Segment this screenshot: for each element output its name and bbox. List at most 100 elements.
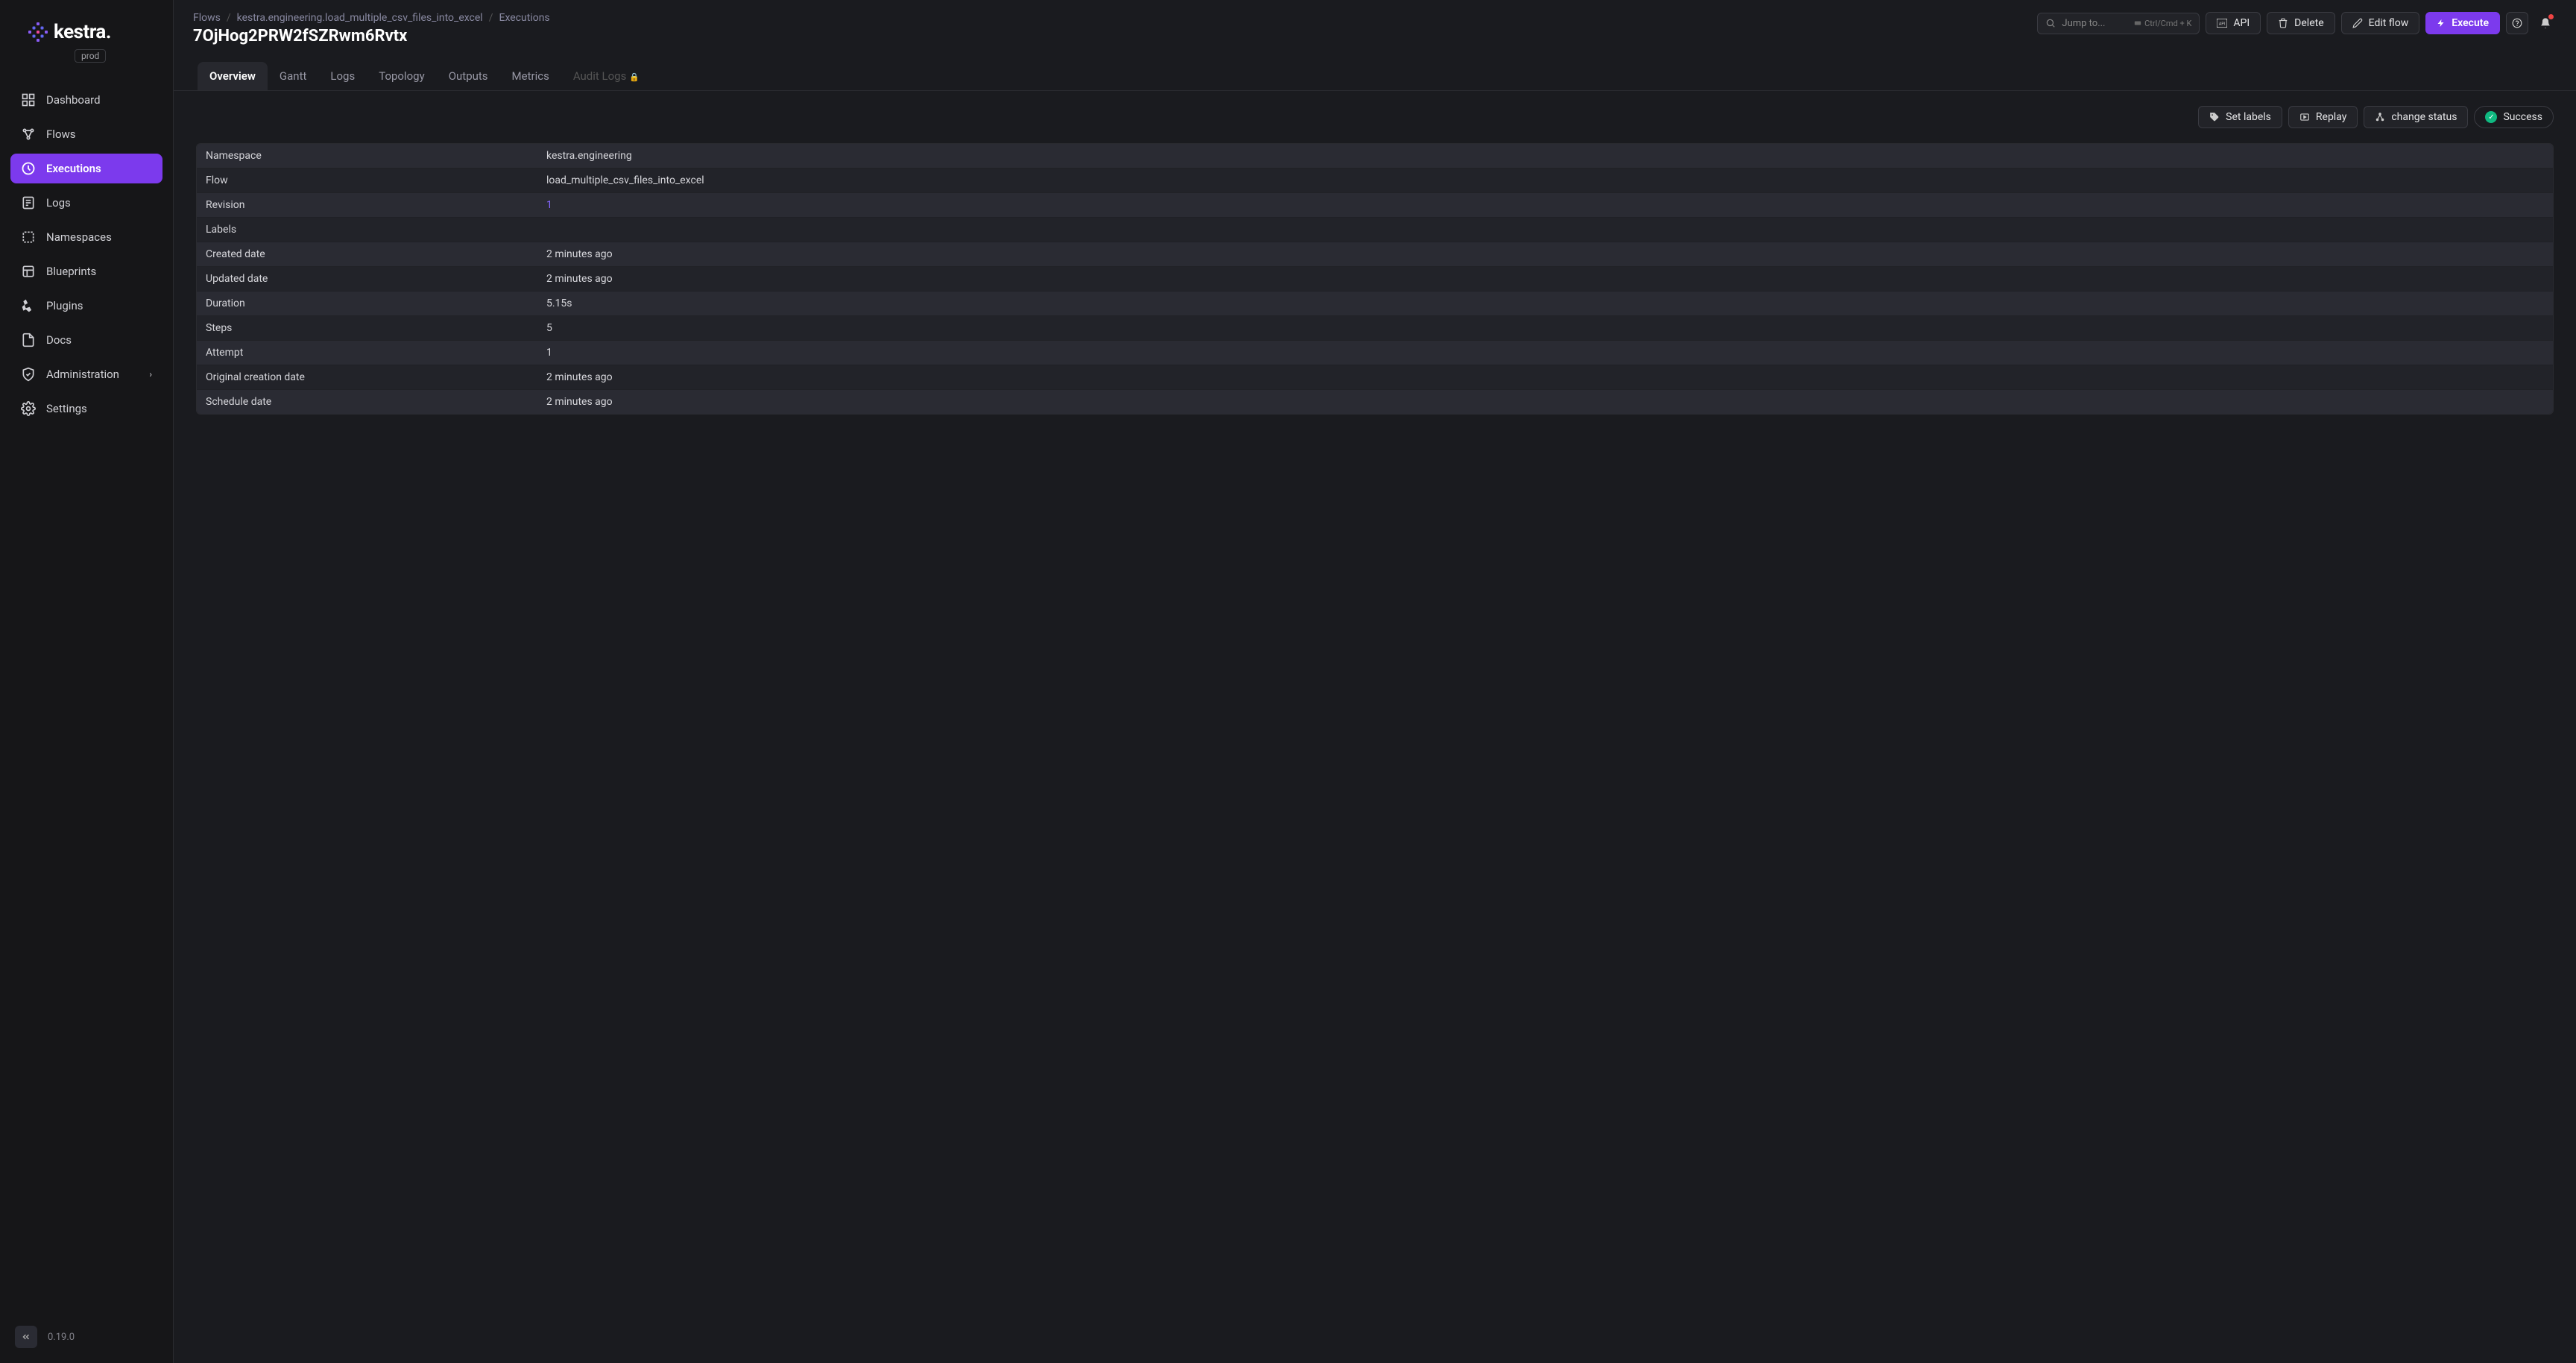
nav-label: Docs [46,333,72,347]
execute-button[interactable]: Execute [2425,12,2500,34]
detail-value: 2 minutes ago [537,267,2553,291]
sidebar-footer: 0.19.0 [0,1311,173,1363]
sidebar: kestra. prod Dashboard Flows Executions Log… [0,0,174,1363]
sidebar-item-executions[interactable]: Executions [10,154,162,183]
tab-topology[interactable]: Topology [367,62,436,90]
tag-icon [2209,112,2220,122]
search-kbd: Ctrl/Cmd + K [2134,19,2191,28]
detail-value: 2 minutes ago [537,365,2553,389]
edit-flow-button[interactable]: Edit flow [2341,12,2420,34]
pencil-icon [2352,18,2363,28]
detail-value[interactable]: 1 [537,193,2553,217]
notification-dot [2548,14,2554,19]
detail-row: Revision1 [197,193,2553,218]
logo[interactable]: kestra. [28,21,151,43]
detail-row: Labels [197,218,2553,242]
header-actions: Jump to... Ctrl/Cmd + K API API [2037,12,2557,34]
search-placeholder: Jump to... [2062,18,2105,29]
dashboard-icon [21,92,36,107]
main: Flows / kestra.engineering.load_multiple… [174,0,2576,1363]
api-button[interactable]: API API [2206,12,2261,34]
sidebar-item-plugins[interactable]: Plugins [10,291,162,321]
version-label: 0.19.0 [48,1332,75,1343]
detail-key: Created date [197,242,537,266]
detail-value: 1 [537,341,2553,365]
admin-icon [21,367,36,382]
tab-overview[interactable]: Overview [198,62,268,90]
detail-row: Flowload_multiple_csv_files_into_excel [197,169,2553,193]
nav-label: Settings [46,402,87,415]
details-table: Namespacekestra.engineeringFlowload_mult… [196,143,2554,415]
notifications-button[interactable] [2534,12,2557,34]
detail-key: Namespace [197,144,537,168]
change-status-button[interactable]: change status [2364,106,2468,128]
nav-label: Executions [46,162,101,175]
detail-row: Steps5 [197,316,2553,341]
nav-label: Administration [46,368,119,381]
env-badge: prod [75,49,106,63]
collapse-sidebar-button[interactable] [15,1326,37,1348]
logo-text: kestra. [54,21,111,43]
nav-label: Flows [46,128,76,141]
executions-icon [21,161,36,176]
breadcrumb: Flows / kestra.engineering.load_multiple… [193,12,550,24]
detail-row: Schedule date2 minutes ago [197,390,2553,414]
detail-value: 5.15s [537,292,2553,315]
sidebar-item-blueprints[interactable]: Blueprints [10,256,162,286]
detail-value: load_multiple_csv_files_into_excel [537,169,2553,192]
replay-icon [2299,112,2310,122]
sidebar-item-administration[interactable]: Administration › [10,359,162,389]
search-input[interactable]: Jump to... Ctrl/Cmd + K [2037,13,2200,34]
status-icon [2375,112,2385,122]
detail-row: Updated date2 minutes ago [197,267,2553,292]
page-title: 7OjHog2PRW2fSZRwm6Rvtx [193,27,550,45]
detail-key: Schedule date [197,390,537,414]
nav: Dashboard Flows Executions Logs Namespaces Bl… [0,70,173,1311]
tab-logs[interactable]: Logs [318,62,367,90]
detail-key: Updated date [197,267,537,291]
breadcrumb-item[interactable]: Executions [499,12,550,24]
search-icon [2045,18,2056,28]
lock-icon: 🔒 [629,72,640,82]
tab-outputs[interactable]: Outputs [437,62,500,90]
sidebar-item-settings[interactable]: Settings [10,394,162,424]
detail-key: Steps [197,316,537,340]
action-bar: Set labels Replay change status ✓ Succes… [196,106,2554,128]
detail-value: 5 [537,316,2553,340]
content: Set labels Replay change status ✓ Succes… [174,91,2576,1363]
detail-value [537,218,2553,242]
detail-key: Flow [197,169,537,192]
breadcrumb-item[interactable]: Flows [193,12,221,24]
tab-metrics[interactable]: Metrics [500,62,561,90]
flows-icon [21,127,36,142]
detail-row: Duration5.15s [197,292,2553,316]
header: Flows / kestra.engineering.load_multiple… [174,0,2576,91]
detail-row: Attempt1 [197,341,2553,365]
sidebar-item-dashboard[interactable]: Dashboard [10,85,162,115]
nav-label: Namespaces [46,230,112,244]
chevron-right-icon: › [149,369,152,380]
plugins-icon [21,298,36,313]
detail-row: Original creation date2 minutes ago [197,365,2553,390]
breadcrumb-item[interactable]: kestra.engineering.load_multiple_csv_fil… [237,12,483,24]
logo-area: kestra. prod [0,0,173,70]
replay-button[interactable]: Replay [2288,106,2358,128]
help-button[interactable] [2506,12,2528,34]
sidebar-item-docs[interactable]: Docs [10,325,162,355]
sidebar-item-namespaces[interactable]: Namespaces [10,222,162,252]
trash-icon [2278,18,2288,28]
help-icon [2512,18,2522,28]
sidebar-item-flows[interactable]: Flows [10,119,162,149]
detail-key: Original creation date [197,365,537,389]
sidebar-item-logs[interactable]: Logs [10,188,162,218]
detail-key: Attempt [197,341,537,365]
namespaces-icon [21,230,36,245]
tab-gantt[interactable]: Gantt [268,62,318,90]
settings-icon [21,401,36,416]
set-labels-button[interactable]: Set labels [2198,106,2282,128]
detail-row: Namespacekestra.engineering [197,144,2553,169]
bolt-icon [2437,18,2446,28]
blueprints-icon [21,264,36,279]
nav-label: Dashboard [46,93,101,107]
delete-button[interactable]: Delete [2267,12,2334,34]
